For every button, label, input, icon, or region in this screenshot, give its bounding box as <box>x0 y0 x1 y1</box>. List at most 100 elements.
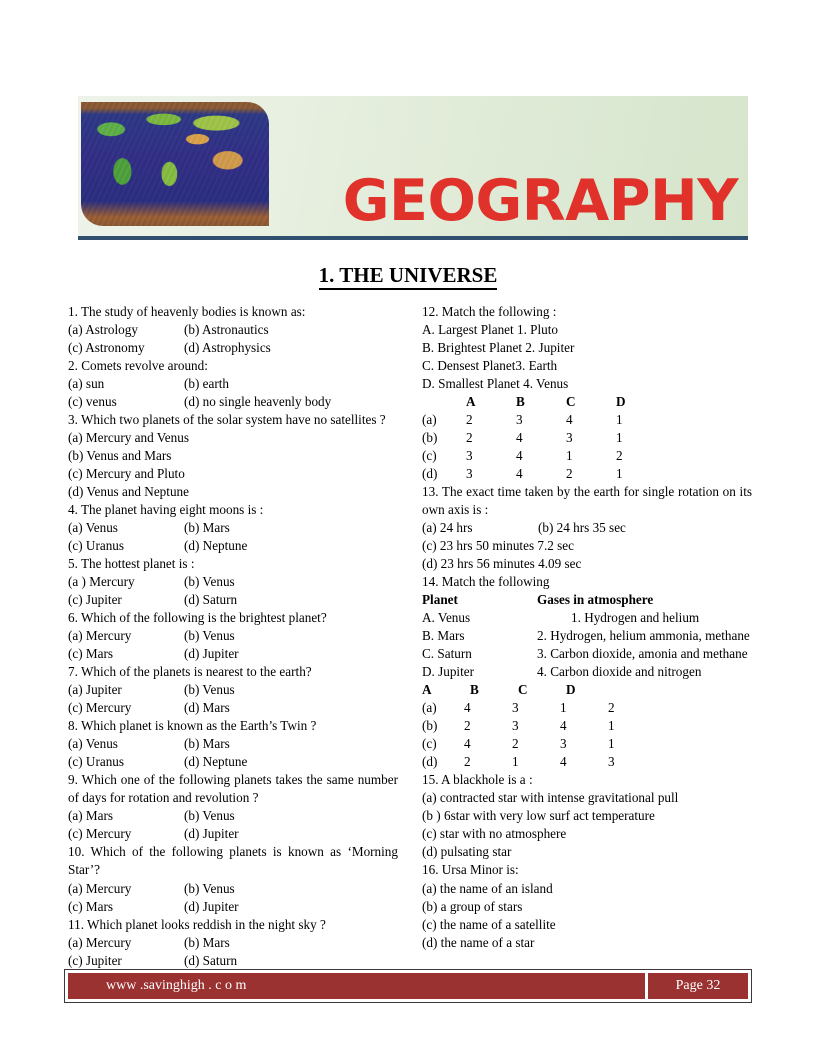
question-block-11: 11. Which planet looks reddish in the ni… <box>68 916 398 970</box>
table-cell: 3 <box>512 700 519 716</box>
option-b: (b) a group of stars <box>422 898 523 914</box>
match-right: 4. Carbon dioxide and nitrogen <box>537 664 702 680</box>
question-block-4: 4. The planet having eight moons is : (a)… <box>68 501 398 555</box>
table-row: (c) 4 2 3 1 <box>422 735 656 753</box>
table-header-cell <box>422 393 466 411</box>
option-row: (c) Mars (d) Jupiter <box>68 898 398 916</box>
table-header-cell: C <box>518 682 528 698</box>
option-d: (d) 23 hrs 56 minutes 4.09 sec <box>422 556 582 572</box>
table-cell: 4 <box>560 754 567 770</box>
question-text: 2. Comets revolve around: <box>68 358 208 374</box>
footer-website-url: www .savinghigh . c o m <box>68 973 645 999</box>
option-row: (a ) Mercury (b) Venus <box>68 573 398 591</box>
section-title: 1. THE UNIVERSE <box>0 263 816 290</box>
option-c: (c) Mercury <box>68 700 132 716</box>
question-text: 9. Which one of the following planets ta… <box>68 772 398 806</box>
table-header-cell: D <box>566 682 576 698</box>
question-text-14: 14. Match the following <box>422 574 550 590</box>
question-text: 5. The hottest planet is : <box>68 556 195 572</box>
table-cell: 2 <box>464 754 471 770</box>
table-cell: 4 <box>516 430 523 446</box>
option-b: (b ) 6star with very low surf act temper… <box>422 808 655 824</box>
caption-planet: Planet <box>422 592 458 608</box>
match-right: 2. Hydrogen, helium ammonia, methane <box>537 628 750 644</box>
option-row: (c) Mars (d) Jupiter <box>68 645 398 663</box>
table-row: (b) 2 4 3 1 <box>422 429 666 447</box>
question-block-5: 5. The hottest planet is : (a ) Mercury (b… <box>68 555 398 609</box>
table-cell: (d) <box>422 754 438 770</box>
match-right: 1. Hydrogen and helium <box>571 610 700 626</box>
option-c: (c) Astronomy <box>68 340 145 356</box>
table-cell: 2 <box>512 736 519 752</box>
option-row: (a) Venus (b) Mars <box>68 735 398 753</box>
option-a: (a) Mercury and Venus <box>68 430 189 446</box>
table-cell: 4 <box>516 466 523 482</box>
table-row: (d) 3 4 2 1 <box>422 465 666 483</box>
option-c: (c) Uranus <box>68 754 125 770</box>
option-c: (c) Uranus <box>68 538 125 554</box>
right-column: 12. Match the following : A. Largest Pla… <box>422 303 752 970</box>
table-cell: 3 <box>566 430 573 446</box>
match-table-12: A B C D (a) 2 3 4 1 (b) 2 4 3 1 (c) 3 4 … <box>422 393 666 483</box>
question-block-13: 13. The exact time taken by the earth fo… <box>422 483 752 573</box>
match-table-14-header: A B C D <box>422 681 752 699</box>
option-row: (a) Astrology (b) Astronautics <box>68 321 398 339</box>
table-cell: 3 <box>512 718 519 734</box>
option-c: (c) Jupiter <box>68 592 122 608</box>
option-a: (a) Mars <box>68 808 114 824</box>
match-pair-14-3: D. Jupiter 4. Carbon dioxide and nitroge… <box>422 663 752 681</box>
table-row: (a) 4 3 1 2 <box>422 699 656 717</box>
table-cell: (a) <box>422 700 437 716</box>
table-header-cell: A <box>466 394 476 410</box>
match-pair-12-2: C. Densest Planet3. Earth <box>422 358 558 374</box>
table-header-cell: B <box>516 394 525 410</box>
option-d: (d) Jupiter <box>184 898 239 914</box>
question-block-1: 1. The study of heavenly bodies is known… <box>68 303 398 357</box>
option-row: (a) Venus (b) Mars <box>68 519 398 537</box>
question-columns: 1. The study of heavenly bodies is known… <box>68 303 752 970</box>
table-cell: (c) <box>422 736 437 752</box>
page-footer: www .savinghigh . c o m Page 32 <box>64 969 752 1003</box>
question-text: 7. Which of the planets is nearest to th… <box>68 664 312 680</box>
table-cell: 3 <box>516 412 523 428</box>
option-row: (a) 24 hrs (b) 24 hrs 35 sec <box>422 519 752 537</box>
table-header-cell: A <box>422 682 432 698</box>
option-c: (c) Mars <box>68 898 114 914</box>
option-row: (a) Jupiter (b) Venus <box>68 681 398 699</box>
option-c: (c) 23 hrs 50 minutes 7.2 sec <box>422 538 574 554</box>
table-cell: 4 <box>464 700 471 716</box>
option-d: (d) Mars <box>184 700 230 716</box>
option-b: (b) Astronautics <box>184 322 269 338</box>
question-text-15: 15. A blackhole is a : <box>422 772 533 788</box>
option-b: (b) 24 hrs 35 sec <box>538 520 626 536</box>
table-row: (a) 2 3 4 1 <box>422 411 666 429</box>
option-d: (d) no single heavenly body <box>184 394 332 410</box>
option-a: (a ) Mercury <box>68 574 135 590</box>
table-row: (b) 2 3 4 1 <box>422 717 656 735</box>
table-cell: 1 <box>616 412 623 428</box>
option-d: (d) Jupiter <box>184 826 239 842</box>
option-row: (c) Astronomy (d) Astrophysics <box>68 339 398 357</box>
option-a: (a) the name of an island <box>422 880 553 896</box>
option-b: (b) Venus <box>184 682 235 698</box>
option-d: (d) Venus and Neptune <box>68 484 189 500</box>
question-text: 1. The study of heavenly bodies is known… <box>68 304 306 319</box>
table-header-cell: C <box>566 394 576 410</box>
option-b: (b) Mars <box>184 934 230 950</box>
option-a: (a) Mercury <box>68 880 132 896</box>
option-row: (a) Mercury (b) Mars <box>68 934 398 952</box>
question-text: 4. The planet having eight moons is : <box>68 502 264 518</box>
table-row: (c) 3 4 1 2 <box>422 447 666 465</box>
option-row: (c) Jupiter (d) Saturn <box>68 591 398 609</box>
table-cell: 2 <box>466 412 473 428</box>
option-a: (a) contracted star with intense gravita… <box>422 790 679 806</box>
table-cell: 4 <box>464 736 471 752</box>
header-divider-rule <box>78 236 748 240</box>
option-c: (c) Mars <box>68 646 114 662</box>
option-d: (d) pulsating star <box>422 844 512 860</box>
table-cell: 1 <box>512 754 519 770</box>
match-pair-14-0: A. Venus 1. Hydrogen and helium <box>422 609 752 627</box>
table-cell: 2 <box>616 448 623 464</box>
option-row: (c) Mercury (d) Jupiter <box>68 825 398 843</box>
table-cell: 1 <box>608 718 615 734</box>
